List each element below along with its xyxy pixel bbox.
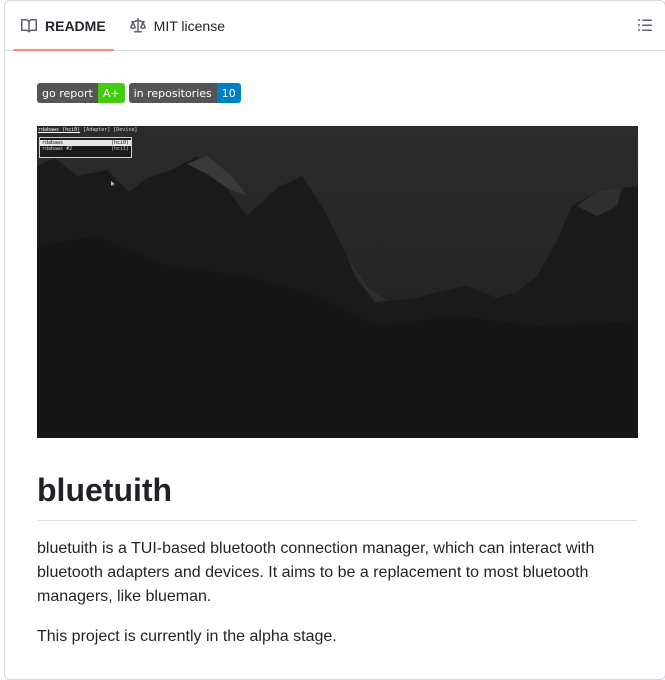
adapter-name: rdabaws #2 [42, 146, 73, 152]
readme-tab-bar: README MIT license [5, 1, 665, 51]
mountain-wallpaper [37, 156, 638, 438]
tab-license-label: MIT license [153, 17, 225, 34]
tab-readme[interactable]: README [13, 1, 114, 51]
tab-readme-label: README [45, 17, 106, 34]
list-item: rdabaws #2 (hci1) [40, 146, 131, 152]
readme-title: bluetuith [37, 470, 637, 521]
badge-row: go report A+ in repositories 10 [37, 83, 637, 103]
law-scale-icon [129, 17, 146, 34]
outline-button[interactable] [631, 13, 659, 41]
menu-device: [Device] [113, 127, 138, 133]
adapter-id: (hci1) [110, 146, 129, 152]
menu-adapter-name: rdabaws (hci0) [38, 127, 81, 133]
badge-label: go report [37, 83, 98, 103]
list-unordered-icon [637, 17, 653, 38]
terminal-menu-bar: rdabaws (hci0) [Adapter] [Device] [38, 127, 137, 133]
adapter-list: rdabaws (hci0) rdabaws #2 (hci1) [39, 137, 132, 158]
badge-value: A+ [97, 83, 125, 103]
repositories-badge[interactable]: in repositories 10 [128, 83, 241, 103]
book-icon [21, 18, 37, 34]
go-report-badge[interactable]: go report A+ [37, 83, 125, 103]
badge-value: 10 [216, 83, 241, 103]
app-screenshot-image[interactable]: rdabaws (hci0) [Adapter] [Device] rdabaw… [37, 126, 638, 438]
readme-status: This project is currently in the alpha s… [37, 628, 337, 645]
readme-description: bluetuith is a TUI-based bluetooth conne… [37, 540, 595, 605]
badge-label: in repositories [128, 83, 217, 103]
mouse-cursor-icon [111, 181, 115, 186]
readme-content: go report A+ in repositories 10 rdabaws … [5, 51, 665, 649]
readme-panel: README MIT license go report A+ in repos… [4, 0, 665, 680]
tab-license[interactable]: MIT license [122, 1, 233, 50]
menu-adapter: [Adapter] [83, 127, 111, 133]
